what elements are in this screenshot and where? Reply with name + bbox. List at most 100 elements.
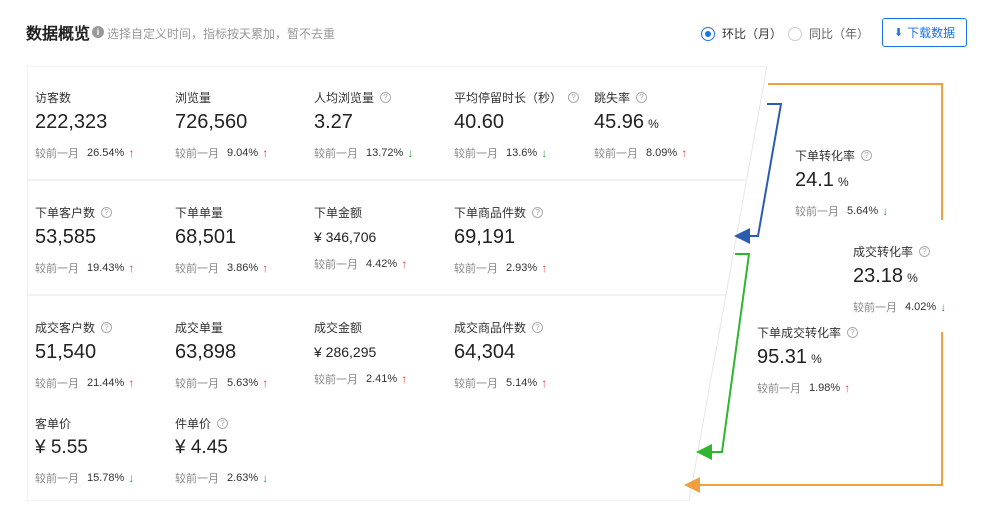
compare-label: 较前一月 [35, 473, 79, 485]
compare-label: 较前一月 [175, 263, 219, 275]
metric-label: 浏览量 [175, 89, 268, 106]
metric-label: 人均浏览量? [314, 89, 413, 106]
metric-card: 下单金额 ¥ 346,706 较前一月 4.42% ↑ [314, 204, 407, 272]
arrow-down-icon: ↓ [262, 471, 269, 485]
metric-compare: 较前一月 5.14% ↑ [454, 375, 547, 391]
compare-percent: 26.54% [87, 147, 125, 159]
compare-percent: 5.63% [227, 377, 259, 389]
help-icon[interactable]: ? [532, 207, 544, 218]
metric-card: 成交单量 63,898 较前一月 5.63% ↑ [175, 319, 268, 391]
help-icon[interactable]: ? [101, 322, 113, 333]
arrow-up-icon: ↑ [681, 146, 688, 160]
metric-compare: 较前一月 2.63% ↓ [175, 470, 268, 486]
help-icon[interactable]: ? [532, 322, 544, 333]
compare-percent: 3.86% [227, 262, 259, 274]
metric-compare: 较前一月 13.6% ↓ [454, 145, 579, 161]
metric-card: 下单单量 68,501 较前一月 3.86% ↑ [175, 204, 268, 276]
arrow-up-icon: ↑ [541, 261, 548, 275]
metric-label-text: 下单商品件数 [454, 206, 527, 220]
help-icon[interactable]: ? [101, 207, 113, 218]
metric-label-text: 下单转化率 [795, 149, 856, 163]
metric-label-text: 跳失率 [594, 91, 631, 105]
metric-compare: 较前一月 3.86% ↑ [175, 260, 268, 276]
compare-label: 较前一月 [175, 378, 219, 390]
metric-value: 3.27 [314, 111, 353, 133]
metric-label: 跳失率? [594, 89, 687, 106]
metric-compare: 较前一月 5.64% ↓ [795, 203, 888, 219]
compare-percent: 19.43% [87, 262, 125, 274]
metric-value: 53,585 [35, 226, 97, 248]
metric-card: 浏览量 726,560 较前一月 9.04% ↑ [175, 89, 268, 161]
compare-percent: 2.93% [506, 262, 538, 274]
metric-card: 人均浏览量? 3.27 较前一月 13.72% ↓ [314, 89, 413, 161]
compare-label: 较前一月 [175, 148, 219, 160]
compare-percent: 21.44% [87, 377, 125, 389]
metric-card: 客单价 ¥ 5.55 较前一月 15.78% ↓ [35, 415, 134, 486]
compare-label: 较前一月 [454, 378, 498, 390]
metric-label: 下单单量 [175, 204, 268, 221]
compare-label: 较前一月 [35, 263, 79, 275]
help-icon[interactable]: ? [861, 150, 873, 161]
metric-value: 69,191 [454, 226, 516, 248]
metric-label: 下单成交转化率? [757, 324, 859, 341]
help-icon[interactable]: ? [217, 418, 229, 429]
metric-label-text: 成交转化率 [853, 245, 914, 259]
metric-compare: 较前一月 8.09% ↑ [594, 145, 687, 161]
metric-label-text: 成交单量 [175, 321, 224, 335]
metric-label: 客单价 [35, 415, 134, 432]
metric-compare: 较前一月 13.72% ↓ [314, 145, 413, 161]
metric-value: 222,323 [35, 111, 108, 133]
metric-value: 64,304 [454, 341, 516, 363]
order-conversion-arrow [734, 103, 783, 244]
metric-label: 下单客户数? [35, 204, 134, 221]
metric-label: 成交转化率? [853, 243, 946, 260]
metric-compare: 较前一月 5.63% ↑ [175, 375, 268, 391]
metric-compare: 较前一月 2.93% ↑ [454, 260, 547, 276]
metric-label-text: 客单价 [35, 417, 72, 431]
metric-label-text: 成交客户数 [35, 321, 96, 335]
metric-compare: 较前一月 2.41% ↑ [314, 371, 407, 387]
compare-label: 较前一月 [314, 259, 358, 271]
metric-card: 下单客户数? 53,585 较前一月 19.43% ↑ [35, 204, 134, 276]
metric-unit: % [648, 117, 659, 131]
compare-percent: 2.41% [366, 373, 398, 385]
compare-percent: 5.64% [847, 205, 879, 217]
compare-label: 较前一月 [454, 263, 498, 275]
arrow-down-icon: ↓ [407, 146, 414, 160]
compare-percent: 8.09% [646, 147, 678, 159]
metric-value: 24.1% [795, 169, 849, 191]
metric-compare: 较前一月 26.54% ↑ [35, 145, 134, 161]
compare-percent: 4.42% [366, 258, 398, 270]
arrow-down-icon: ↓ [940, 300, 947, 314]
help-icon[interactable]: ? [847, 327, 859, 338]
metric-compare: 较前一月 19.43% ↑ [35, 260, 134, 276]
arrow-up-icon: ↑ [262, 261, 269, 275]
metric-label-text: 下单成交转化率 [757, 326, 842, 340]
compare-percent: 9.04% [227, 147, 259, 159]
metric-value: 68,501 [175, 226, 237, 248]
help-icon[interactable]: ? [919, 246, 931, 257]
metric-label-text: 浏览量 [175, 91, 212, 105]
metric-label: 下单金额 [314, 204, 407, 221]
metric-value: 40.60 [454, 111, 505, 133]
compare-percent: 5.14% [506, 377, 538, 389]
metric-label-text: 成交商品件数 [454, 321, 527, 335]
compare-label: 较前一月 [35, 378, 79, 390]
compare-percent: 4.02% [905, 301, 937, 313]
metric-label-text: 件单价 [175, 417, 212, 431]
compare-label: 较前一月 [175, 473, 219, 485]
arrow-up-icon: ↑ [262, 146, 269, 160]
help-icon[interactable]: ? [568, 92, 580, 103]
metric-label-text: 下单金额 [314, 206, 363, 220]
metric-label: 访客数 [35, 89, 134, 106]
compare-label: 较前一月 [314, 374, 358, 386]
metric-compare: 较前一月 4.42% ↑ [314, 256, 407, 272]
metric-value: ¥ 4.45 [175, 437, 228, 458]
help-icon[interactable]: ? [380, 92, 392, 103]
metric-card: 成交商品件数? 64,304 较前一月 5.14% ↑ [454, 319, 547, 391]
metric-value: 95.31% [757, 346, 822, 368]
metric-unit: % [907, 271, 918, 285]
help-icon[interactable]: ? [636, 92, 648, 103]
compare-percent: 13.6% [506, 147, 538, 159]
metric-card: 跳失率? 45.96% 较前一月 8.09% ↑ [594, 89, 687, 161]
